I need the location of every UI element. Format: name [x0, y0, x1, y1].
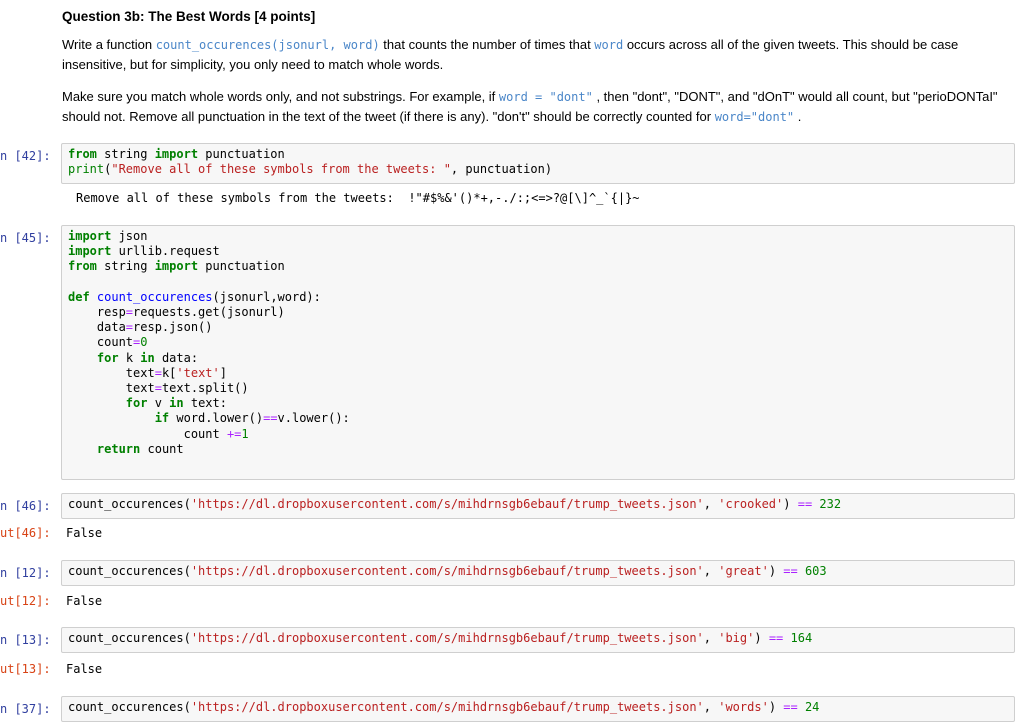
code-editor[interactable]: count_occurences('https://dl.dropboxuser… — [68, 564, 1008, 579]
code-editor[interactable]: import json import urllib.request from s… — [68, 229, 1008, 457]
inline-code: word — [594, 38, 624, 52]
question-paragraph-2: Make sure you match whole words only, an… — [62, 87, 1012, 127]
code-cell-13[interactable]: count_occurences('https://dl.dropboxuser… — [61, 627, 1015, 653]
question-title: Question 3b: The Best Words [4 points] — [62, 9, 316, 24]
inline-code: word="dont" — [714, 110, 795, 124]
input-prompt: n [37]: — [0, 702, 51, 716]
code-cell-45[interactable]: import json import urllib.request from s… — [61, 225, 1015, 480]
cell-output: False — [66, 594, 103, 608]
code-editor[interactable]: count_occurences('https://dl.dropboxuser… — [68, 700, 1008, 715]
stream-output: Remove all of these symbols from the twe… — [76, 191, 640, 205]
input-prompt: n [42]: — [0, 149, 51, 163]
text: Write a function — [62, 37, 156, 52]
code-editor[interactable]: count_occurences('https://dl.dropboxuser… — [68, 631, 1008, 646]
cell-output: False — [66, 526, 103, 540]
code-cell-37[interactable]: count_occurences('https://dl.dropboxuser… — [61, 696, 1015, 722]
code-cell-12[interactable]: count_occurences('https://dl.dropboxuser… — [61, 560, 1015, 586]
output-prompt: ut[13]: — [0, 662, 51, 676]
code-cell-46[interactable]: count_occurences('https://dl.dropboxuser… — [61, 493, 1015, 519]
inline-code: count_occurences(jsonurl, word) — [155, 38, 380, 52]
input-prompt: n [45]: — [0, 231, 51, 245]
question-paragraph-1: Write a function count_occurences(jsonur… — [62, 35, 1012, 74]
input-prompt: n [12]: — [0, 566, 51, 580]
text: that counts the number of times that — [379, 37, 595, 52]
code-editor[interactable]: from string import punctuation print("Re… — [68, 147, 1008, 177]
code-editor[interactable]: count_occurences('https://dl.dropboxuser… — [68, 497, 1008, 512]
cell-output: False — [66, 662, 103, 676]
text: . — [794, 109, 802, 124]
input-prompt: n [46]: — [0, 499, 51, 513]
inline-code: word = "dont" — [498, 90, 593, 104]
output-prompt: ut[12]: — [0, 594, 51, 608]
text: Make sure you match whole words only, an… — [62, 89, 499, 104]
output-prompt: ut[46]: — [0, 526, 51, 540]
input-prompt: n [13]: — [0, 633, 51, 647]
code-cell-42[interactable]: from string import punctuation print("Re… — [61, 143, 1015, 184]
